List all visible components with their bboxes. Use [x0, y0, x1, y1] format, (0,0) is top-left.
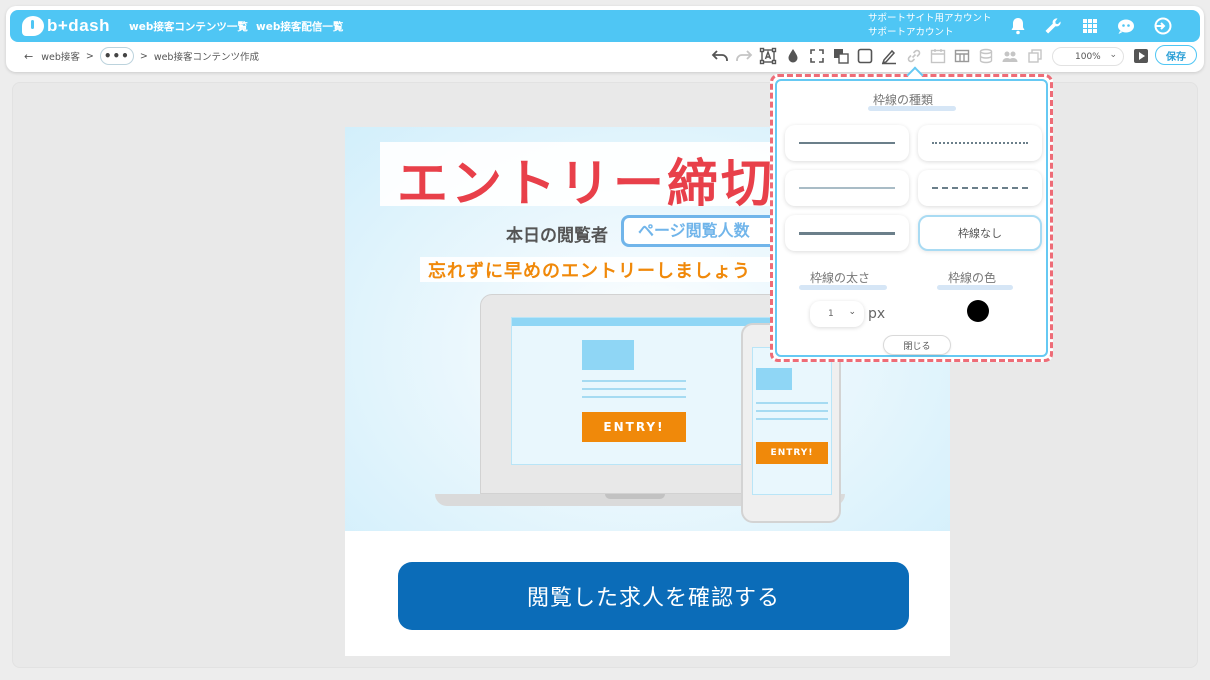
- laptop-header-strip: [512, 318, 772, 326]
- laptop-entry-button: ENTRY!: [582, 412, 686, 442]
- wrench-icon[interactable]: [1043, 16, 1063, 36]
- laptop-notch: [605, 494, 665, 499]
- zoom-select[interactable]: 100% ⌄: [1052, 47, 1124, 66]
- calendar-icon[interactable]: [929, 47, 947, 65]
- phone-text-line: [756, 410, 828, 412]
- logout-icon[interactable]: [1152, 16, 1172, 36]
- viewers-label[interactable]: 本日の閲覧者: [506, 221, 608, 246]
- phone-text-line: [756, 418, 828, 420]
- solid-line-sample: [799, 142, 895, 144]
- chat-bot-icon[interactable]: [1116, 16, 1136, 36]
- border-icon[interactable]: [856, 47, 874, 65]
- nav-content-list[interactable]: web接客コンテンツ一覧: [129, 19, 248, 34]
- link-icon[interactable]: [905, 47, 923, 65]
- chevron-down-icon: ⌄: [1109, 50, 1117, 60]
- border-width-select[interactable]: 1 ⌄: [810, 301, 864, 327]
- account-site-name: サポートサイト用アカウント: [868, 13, 992, 24]
- border-style-dotted[interactable]: [918, 125, 1042, 161]
- dashed-line-sample: [932, 187, 1028, 189]
- account-info[interactable]: サポートサイト用アカウント サポートアカウント: [868, 12, 992, 40]
- text-box-icon[interactable]: [759, 47, 777, 65]
- copy-icon[interactable]: [1026, 47, 1044, 65]
- close-button[interactable]: 閉じる: [883, 335, 951, 355]
- preview-play-button[interactable]: [1134, 49, 1148, 63]
- phone-entry-button: ENTRY!: [756, 442, 828, 464]
- border-style-thin[interactable]: [785, 170, 909, 206]
- breadcrumb-root[interactable]: web接客: [41, 49, 80, 63]
- redo-icon[interactable]: [735, 47, 753, 65]
- layer-icon[interactable]: [832, 47, 850, 65]
- border-popup-panel: 枠線の種類 枠線なし 枠線の太さ 枠線の色 1 ⌄ px 閉じる: [775, 79, 1048, 357]
- fill-drop-icon[interactable]: [784, 47, 802, 65]
- phone-display: ENTRY!: [752, 347, 832, 495]
- back-arrow-icon[interactable]: ←: [24, 50, 33, 63]
- border-style-double[interactable]: [785, 215, 909, 251]
- border-style-solid[interactable]: [785, 125, 909, 161]
- viewers-count-box[interactable]: ページ閲覧人数: [621, 215, 781, 247]
- phone-image-placeholder: [756, 368, 792, 390]
- breadcrumb: ← web接客 > ••• > web接客コンテンツ作成: [24, 46, 259, 66]
- laptop-text-line: [582, 396, 686, 398]
- database-icon[interactable]: [977, 47, 995, 65]
- phone-text-line: [756, 402, 828, 404]
- breadcrumb-separator: >: [139, 50, 148, 62]
- border-settings-popup: 枠線の種類 枠線なし 枠線の太さ 枠線の色 1 ⌄ px 閉じる: [770, 66, 1053, 362]
- border-color-title: 枠線の色: [948, 271, 997, 285]
- chevron-down-icon: ⌄: [848, 307, 856, 317]
- cta-button[interactable]: 閲覧した求人を確認する: [398, 562, 909, 630]
- breadcrumb-more-button[interactable]: •••: [99, 47, 134, 65]
- logo-bubble-icon: [22, 16, 44, 36]
- users-icon[interactable]: [1001, 47, 1019, 65]
- double-line-sample: [799, 231, 895, 235]
- border-width-unit: px: [868, 306, 886, 322]
- title-underline: [799, 285, 887, 290]
- border-width-title: 枠線の太さ: [810, 271, 871, 285]
- laptop-text-line: [582, 388, 686, 390]
- breadcrumb-current: web接客コンテンツ作成: [153, 52, 259, 63]
- laptop-image-placeholder: [582, 340, 634, 370]
- undo-icon[interactable]: [711, 47, 729, 65]
- dotted-line-sample: [932, 142, 1028, 144]
- pen-icon[interactable]: [880, 47, 898, 65]
- table-icon[interactable]: [953, 47, 971, 65]
- logo-text: b+dash: [47, 16, 110, 35]
- bell-icon[interactable]: [1008, 16, 1028, 36]
- grid-icon[interactable]: [1080, 16, 1100, 36]
- app-logo[interactable]: b+dash: [22, 15, 110, 37]
- fullscreen-icon[interactable]: [808, 47, 826, 65]
- border-style-dashed[interactable]: [918, 170, 1042, 206]
- thin-line-sample: [799, 187, 895, 189]
- breadcrumb-separator: >: [85, 50, 94, 62]
- hero-title[interactable]: エントリー締切: [397, 142, 775, 216]
- title-underline: [937, 285, 1013, 290]
- laptop-display: ENTRY!: [511, 317, 773, 465]
- border-style-none[interactable]: 枠線なし: [918, 215, 1042, 251]
- title-underline: [868, 106, 956, 111]
- border-color-swatch[interactable]: [967, 300, 989, 322]
- save-button[interactable]: 保存: [1155, 45, 1197, 65]
- reminder-text[interactable]: 忘れずに早めのエントリーしましょう: [428, 257, 751, 283]
- account-name: サポートアカウント: [868, 27, 954, 38]
- top-nav-bar: b+dash web接客コンテンツ一覧 web接客配信一覧 サポートサイト用アカ…: [10, 10, 1200, 42]
- laptop-text-line: [582, 380, 686, 382]
- border-width-value: 1: [828, 309, 834, 319]
- nav-delivery-list[interactable]: web接客配信一覧: [256, 19, 343, 34]
- zoom-value: 100%: [1075, 51, 1101, 62]
